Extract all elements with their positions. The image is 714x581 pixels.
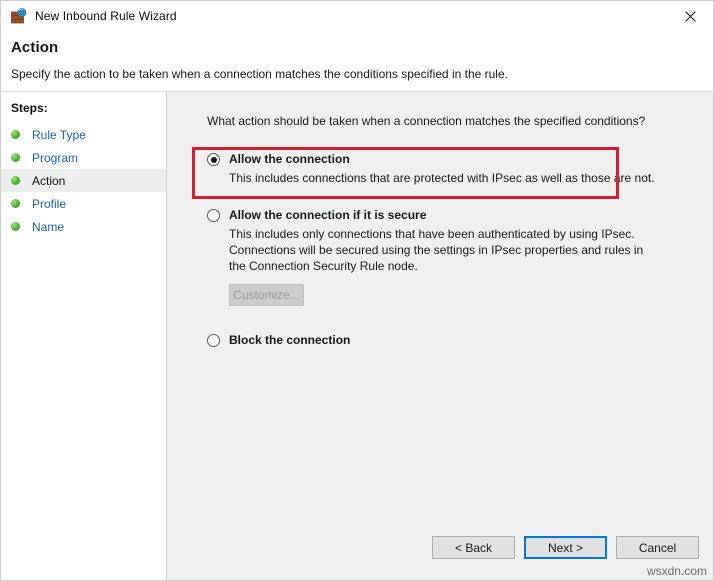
option-title: Allow the connection if it is secure bbox=[229, 208, 427, 222]
step-bullet-icon bbox=[11, 176, 20, 185]
window-title: New Inbound Rule Wizard bbox=[35, 9, 177, 23]
radio-allow-the-connection[interactable] bbox=[207, 153, 220, 166]
option-block-the-connection[interactable]: Block the connection bbox=[207, 333, 713, 348]
page-subtitle: Specify the action to be taken when a co… bbox=[11, 67, 508, 81]
back-button[interactable]: < Back bbox=[432, 536, 515, 559]
close-icon[interactable] bbox=[668, 1, 713, 31]
sidebar-item-label: Rule Type bbox=[32, 127, 86, 142]
watermark: wsxdn.com bbox=[646, 564, 707, 578]
steps-sidebar: Steps: Rule Type Program Action Profile … bbox=[1, 92, 167, 518]
cancel-button[interactable]: Cancel bbox=[616, 536, 699, 559]
sidebar-item-name[interactable]: Name bbox=[1, 215, 166, 238]
footer-bar: < Back Next > Cancel bbox=[1, 518, 713, 580]
page-header: Action Specify the action to be taken wh… bbox=[1, 31, 713, 91]
sidebar-item-label: Profile bbox=[32, 196, 67, 211]
body-area: Steps: Rule Type Program Action Profile … bbox=[1, 91, 713, 518]
option-title: Block the connection bbox=[229, 333, 351, 347]
sidebar-item-profile[interactable]: Profile bbox=[1, 192, 166, 215]
wizard-window: New Inbound Rule Wizard Action Specify t… bbox=[0, 0, 714, 581]
customize-button: Customize... bbox=[229, 284, 304, 306]
footer-sidebar-filler bbox=[1, 518, 167, 580]
sidebar-item-action[interactable]: Action bbox=[1, 169, 166, 192]
radio-block-the-connection[interactable] bbox=[207, 334, 220, 347]
content-panel: What action should be taken when a conne… bbox=[167, 92, 713, 518]
sidebar-item-label: Program bbox=[32, 150, 79, 165]
step-bullet-icon bbox=[11, 199, 20, 208]
option-title: Allow the connection bbox=[229, 152, 350, 166]
option-description: This includes connections that are prote… bbox=[229, 171, 655, 185]
steps-heading: Steps: bbox=[11, 101, 48, 115]
step-bullet-icon bbox=[11, 130, 20, 139]
title-bar: New Inbound Rule Wizard bbox=[1, 1, 713, 31]
option-description: This includes only connections that have… bbox=[229, 227, 644, 273]
option-allow-if-secure[interactable]: Allow the connection if it is secure Thi… bbox=[207, 208, 713, 306]
sidebar-item-label: Action bbox=[32, 173, 66, 188]
step-bullet-icon bbox=[11, 222, 20, 231]
action-question: What action should be taken when a conne… bbox=[207, 114, 646, 128]
page-title: Action bbox=[11, 39, 59, 56]
sidebar-item-rule-type[interactable]: Rule Type bbox=[1, 123, 166, 146]
option-allow-the-connection[interactable]: Allow the connection This includes conne… bbox=[207, 152, 713, 186]
firewall-brick-globe-icon bbox=[11, 8, 27, 24]
sidebar-item-label: Name bbox=[32, 219, 65, 234]
sidebar-item-program[interactable]: Program bbox=[1, 146, 166, 169]
next-button[interactable]: Next > bbox=[524, 536, 607, 559]
radio-allow-if-secure[interactable] bbox=[207, 209, 220, 222]
step-bullet-icon bbox=[11, 153, 20, 162]
